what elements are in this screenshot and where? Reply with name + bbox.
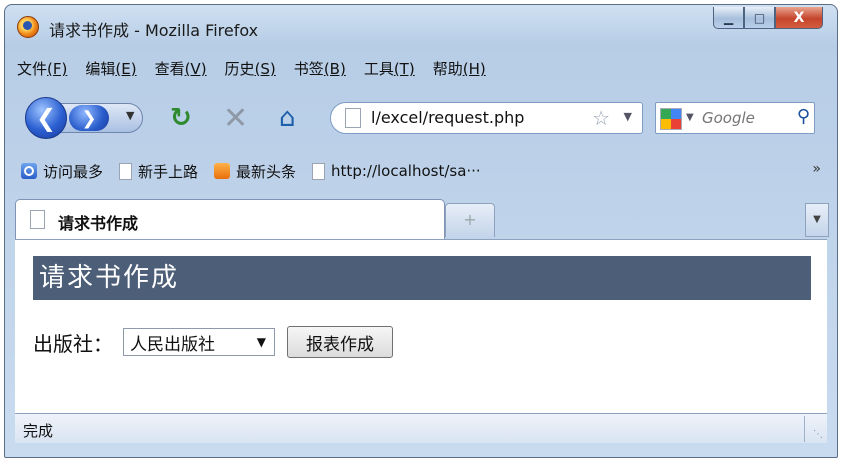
menu-history[interactable]: 历史(S) (223, 58, 278, 79)
page-content: 请求书作成 出版社： 人民出版社 ▼ 报表作成 (15, 239, 827, 413)
bookmark-localhost[interactable]: http://localhost/sa··· (312, 162, 481, 180)
page-icon (119, 162, 133, 180)
close-button[interactable]: X (775, 7, 823, 29)
reload-icon[interactable]: ↻ (170, 103, 192, 133)
status-text: 完成 (23, 422, 54, 440)
tab-list-dropdown-icon[interactable]: ▼ (805, 203, 829, 237)
navigation-toolbar: ❮ ❯ ▼ ↻ ✕ ⌂ l/excel/request.php ☆ ▼ ▼ ⚲ (5, 95, 837, 141)
window-controls: ▁ □ X (713, 7, 823, 29)
firefox-icon (17, 16, 39, 38)
search-box: ▼ ⚲ (655, 102, 815, 134)
engine-dropdown-icon[interactable]: ▼ (686, 112, 694, 123)
page-title: 请求书作成 (33, 256, 811, 300)
publisher-select[interactable]: 人民出版社 ▼ (123, 328, 275, 356)
forward-button[interactable]: ❯ (69, 105, 109, 131)
create-report-button[interactable]: 报表作成 (287, 326, 393, 358)
window-title: 请求书作成 - Mozilla Firefox (49, 21, 259, 40)
tab-label: 请求书作成 (58, 214, 139, 233)
google-icon[interactable] (660, 108, 682, 130)
back-button[interactable]: ❮ (25, 97, 67, 139)
page-icon (312, 162, 326, 180)
menu-help[interactable]: 帮助(H) (431, 58, 488, 79)
status-divider (804, 416, 805, 442)
history-dropdown-icon[interactable]: ▼ (126, 109, 134, 122)
bookmark-latest-headlines[interactable]: 最新头条 (214, 161, 296, 182)
back-forward-group: ❮ ❯ ▼ (25, 97, 160, 139)
minimize-button[interactable]: ▁ (713, 7, 744, 29)
page-icon (345, 108, 361, 128)
home-icon[interactable]: ⌂ (279, 103, 296, 133)
stop-icon[interactable]: ✕ (223, 101, 248, 136)
bookmark-getting-started[interactable]: 新手上路 (119, 161, 198, 182)
title-bar: 请求书作成 - Mozilla Firefox ▁ □ X (5, 5, 837, 49)
chevron-more-icon[interactable]: » (812, 161, 821, 177)
maximize-button[interactable]: □ (744, 7, 775, 29)
bookmark-star-icon[interactable]: ☆ (592, 106, 610, 130)
search-icon[interactable]: ⚲ (797, 106, 810, 127)
rss-icon (214, 163, 231, 179)
browser-window: 请求书作成 - Mozilla Firefox ▁ □ X 文件(F) 编辑(E… (4, 4, 838, 458)
url-bar[interactable]: l/excel/request.php ☆ ▼ (330, 102, 643, 134)
bookmarks-bar: 访问最多 新手上路 最新头条 http://localhost/sa··· » (21, 157, 821, 185)
resize-grip-icon[interactable]: ⋱ (813, 429, 823, 440)
publisher-label: 出版社： (33, 331, 113, 356)
page-icon (30, 210, 45, 229)
menu-view[interactable]: 查看(V) (153, 58, 209, 79)
status-bar: 完成 ⋱ (15, 413, 827, 443)
tab-strip: 请求书作成 + ▼ (5, 191, 837, 239)
bookmark-most-visited[interactable]: 访问最多 (21, 161, 103, 182)
url-dropdown-icon[interactable]: ▼ (624, 110, 632, 123)
publisher-selected-value: 人民出版社 (130, 334, 215, 355)
chevron-down-icon: ▼ (256, 335, 266, 349)
publisher-form: 出版社： 人民出版社 ▼ 报表作成 (33, 326, 393, 358)
menu-tools[interactable]: 工具(T) (362, 58, 417, 79)
search-input[interactable] (702, 106, 792, 130)
url-text[interactable]: l/excel/request.php (371, 108, 524, 127)
tab-request[interactable]: 请求书作成 (15, 199, 445, 239)
menu-bookmarks[interactable]: 书签(B) (292, 58, 348, 79)
menu-bar: 文件(F) 编辑(E) 查看(V) 历史(S) 书签(B) 工具(T) 帮助(H… (15, 58, 488, 79)
magnifier-icon (21, 163, 37, 179)
menu-edit[interactable]: 编辑(E) (83, 58, 138, 79)
new-tab-button[interactable]: + (445, 203, 495, 237)
menu-file[interactable]: 文件(F) (15, 58, 69, 79)
